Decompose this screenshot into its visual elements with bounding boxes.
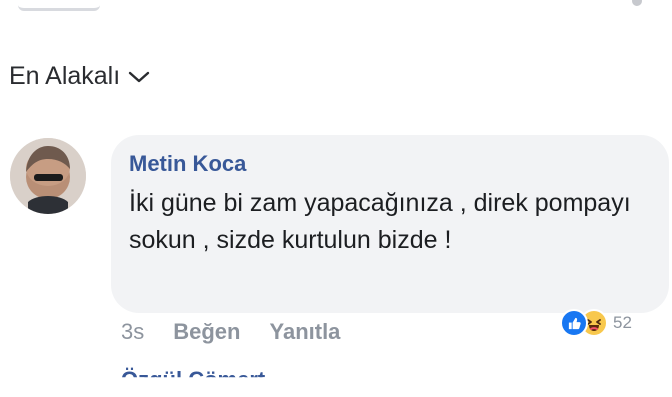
top-icon-fragment <box>632 0 642 6</box>
sort-label: En Alakalı <box>9 62 121 90</box>
comment-timestamp[interactable]: 3s <box>121 319 144 345</box>
top-control-fragment <box>18 0 100 11</box>
comment-actions: 3s Beğen Yanıtla <box>121 319 340 345</box>
comment: Metin Koca İki güne bi zam yapacağınıza … <box>10 135 672 378</box>
sort-dropdown[interactable]: En Alakalı <box>9 62 152 91</box>
reply-button[interactable]: Yanıtla <box>270 319 341 345</box>
reaction-summary[interactable]: 52 <box>560 309 632 337</box>
comment-text: İki güne bi zam yapacağınıza , direk pom… <box>129 189 631 254</box>
avatar[interactable] <box>10 138 86 214</box>
comment-author[interactable]: Metin Koca <box>129 151 246 177</box>
next-comment-author[interactable]: Özgül Cömert <box>121 367 471 377</box>
like-button[interactable]: Beğen <box>173 319 240 345</box>
reaction-count: 52 <box>613 313 632 332</box>
chevron-down-icon <box>126 67 152 87</box>
comment-bubble: Metin Koca İki güne bi zam yapacağınıza … <box>111 135 669 313</box>
like-icon <box>560 309 588 337</box>
